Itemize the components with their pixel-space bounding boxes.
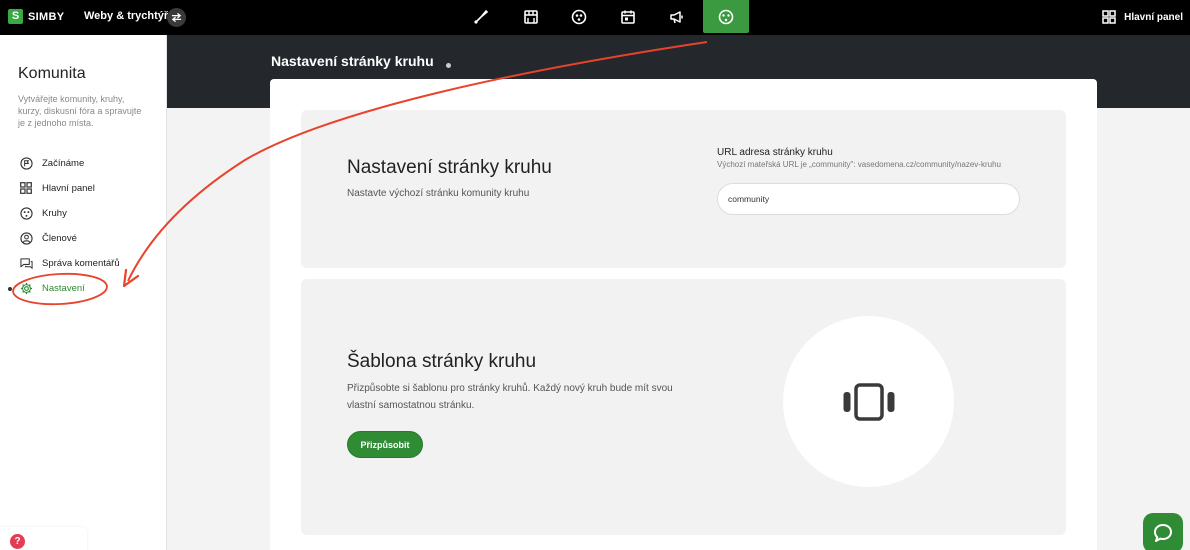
dashboard-link[interactable]: Hlavní panel <box>1102 10 1183 24</box>
title-dot <box>446 63 451 68</box>
sidebar-title: Komunita <box>18 65 86 82</box>
simby-logo[interactable]: S SIMBY <box>8 9 64 24</box>
sidebar-item-label: Kruhy <box>42 207 67 219</box>
chat-button[interactable] <box>1143 513 1183 550</box>
template-text: Přizpůsobte si šablonu pro stránky kruhů… <box>347 383 673 411</box>
sidebar-item-settings[interactable]: Nastavení <box>19 280 85 296</box>
community-icon <box>571 9 587 24</box>
url-input[interactable] <box>717 183 1020 215</box>
circles-icon <box>19 206 33 220</box>
sidebar-item-members[interactable]: Členové <box>19 230 77 246</box>
circles-icon <box>718 9 734 24</box>
calendar-icon <box>621 10 635 24</box>
sidebar-item-label: Správa komentářů <box>42 257 120 269</box>
sidebar-item-label: Nastavení <box>42 282 85 294</box>
template-illustration <box>783 316 954 487</box>
site-name[interactable]: Weby & trychtýře <box>84 10 174 22</box>
top-bar: S SIMBY Weby & trychtýře Hlavní panel <box>0 0 1190 35</box>
active-indicator <box>8 287 12 291</box>
swap-icon <box>171 12 182 23</box>
dashboard-label: Hlavní panel <box>1124 11 1183 23</box>
dashboard-icon <box>19 181 33 195</box>
megaphone-icon <box>670 10 683 23</box>
sidebar-item-comments[interactable]: Správa komentářů <box>19 255 120 271</box>
member-icon <box>19 231 33 245</box>
nav-events[interactable] <box>605 0 651 33</box>
sidebar-description: Vytvářejte komunity, kruhy, kurzy, disku… <box>18 94 142 128</box>
sidebar-item-label: Začínáme <box>42 157 85 169</box>
nav-design[interactable] <box>458 0 504 33</box>
comments-icon <box>19 256 33 270</box>
nav-circles[interactable] <box>703 0 749 33</box>
logo-text: SIMBY <box>28 10 65 23</box>
dashboard-icon <box>1102 10 1116 24</box>
nav-store[interactable] <box>508 0 554 33</box>
switch-site-button[interactable] <box>167 8 186 27</box>
page-title: Nastavení stránky kruhu <box>271 53 434 69</box>
customize-button[interactable]: Přizpůsobit <box>347 431 423 458</box>
nav-marketing[interactable] <box>654 0 700 33</box>
flag-icon <box>19 156 33 170</box>
nav-community[interactable] <box>556 0 602 33</box>
help-icon: ? <box>10 534 25 549</box>
help-widget[interactable]: ? <box>0 527 87 550</box>
gear-icon <box>19 281 33 295</box>
settings-text: Nastavte výchozí stránku komunity kruhu <box>347 188 530 199</box>
brush-icon <box>474 9 489 24</box>
settings-heading: Nastavení stránky kruhu <box>347 157 552 178</box>
sidebar: Komunita Vytvářejte komunity, kruhy, kur… <box>0 35 167 550</box>
logo-mark: S <box>8 9 23 24</box>
sidebar-item-label: Členové <box>42 232 77 244</box>
sidebar-item-getting-started[interactable]: Začínáme <box>19 155 84 171</box>
carousel-icon <box>843 382 894 421</box>
sidebar-item-dashboard[interactable]: Hlavní panel <box>19 180 95 196</box>
url-hint: Výchozí mateřská URL je „community": vas… <box>717 160 1001 169</box>
sidebar-item-circles[interactable]: Kruhy <box>19 205 67 221</box>
template-heading: Šablona stránky kruhu <box>347 351 537 372</box>
sidebar-item-label: Hlavní panel <box>42 182 95 194</box>
url-label: URL adresa stránky kruhu <box>717 147 833 158</box>
store-icon <box>524 9 538 24</box>
chat-icon <box>1154 524 1172 542</box>
